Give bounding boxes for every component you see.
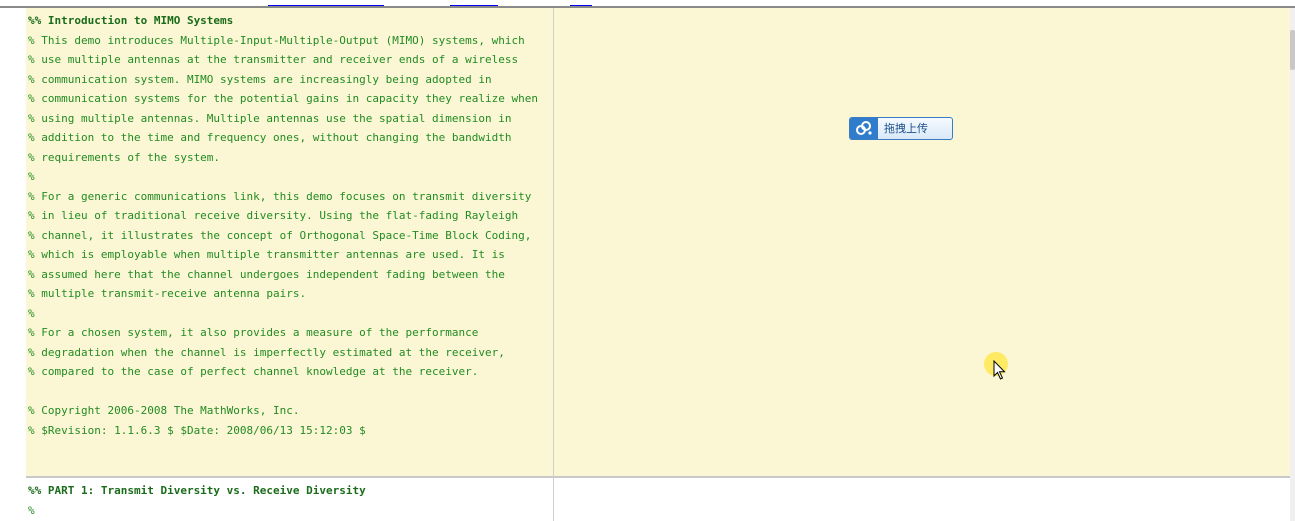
scroll-thumb[interactable] bbox=[1290, 30, 1295, 70]
comment-line: % Copyright 2006-2008 The MathWorks, Inc… bbox=[28, 404, 300, 417]
comment-line: % assumed here that the channel undergoe… bbox=[28, 267, 505, 281]
right-margin-line bbox=[553, 478, 554, 521]
cell-heading: %% Introduction to MIMO Systems bbox=[28, 14, 234, 27]
comment-line: % For a chosen system, it also provides … bbox=[28, 326, 479, 339]
comment-line: % communication system. MIMO systems are… bbox=[28, 72, 492, 86]
vertical-scrollbar[interactable] bbox=[1290, 8, 1295, 521]
comment-line: % multiple transmit-receive antenna pair… bbox=[28, 287, 307, 300]
code-text[interactable]: %% Introduction to MIMO Systems % This de… bbox=[28, 11, 538, 440]
code-cell-intro[interactable]: %% Introduction to MIMO Systems % This de… bbox=[26, 8, 1290, 476]
comment-line: % requirements of the system. bbox=[28, 150, 221, 164]
drag-upload-button[interactable]: 拖拽上传 bbox=[849, 117, 953, 140]
mouse-pointer-icon bbox=[993, 360, 1006, 380]
comment-line: % compared to the case of perfect channe… bbox=[28, 365, 479, 378]
comment-line bbox=[28, 382, 538, 402]
cell-heading: %% PART 1: Transmit Diversity vs. Receiv… bbox=[28, 484, 366, 497]
comment-line: % bbox=[28, 306, 35, 320]
comment-line: % in lieu of traditional receive diversi… bbox=[28, 209, 519, 222]
comment-line: % addition to the time and frequency one… bbox=[28, 131, 512, 144]
upload-button-label: 拖拽上传 bbox=[884, 122, 928, 135]
code-cell-part1[interactable]: %% PART 1: Transmit Diversity vs. Receiv… bbox=[26, 478, 1290, 521]
cloud-link-icon bbox=[850, 118, 878, 139]
comment-line: % For a generic communications link, thi… bbox=[28, 189, 532, 203]
right-margin-line bbox=[553, 8, 554, 476]
comment-line: % bbox=[28, 503, 35, 517]
line-gutter bbox=[0, 8, 26, 521]
code-text[interactable]: %% PART 1: Transmit Diversity vs. Receiv… bbox=[28, 481, 366, 520]
comment-line: % channel, it illustrates the concept of… bbox=[28, 228, 532, 242]
comment-line: % which is employable when multiple tran… bbox=[28, 248, 505, 261]
comment-line: % bbox=[28, 170, 35, 183]
comment-line: % using multiple antennas. Multiple ante… bbox=[28, 111, 512, 125]
comment-line: % degradation when the channel is imperf… bbox=[28, 345, 505, 359]
editor-window: %% Introduction to MIMO Systems % This de… bbox=[0, 0, 1295, 521]
comment-line: % use multiple antennas at the transmitt… bbox=[28, 53, 519, 66]
comment-line: % $Revision: 1.1.6.3 $ $Date: 2008/06/13… bbox=[28, 423, 366, 437]
comment-line: % communication systems for the potentia… bbox=[28, 92, 538, 105]
comment-line: % This demo introduces Multiple-Input-Mu… bbox=[28, 33, 525, 47]
